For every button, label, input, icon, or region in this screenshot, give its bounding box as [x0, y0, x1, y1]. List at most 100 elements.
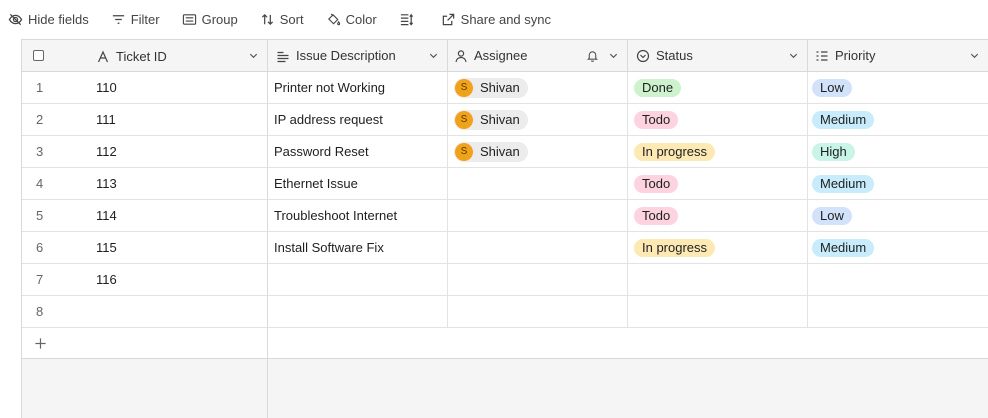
priority-cell[interactable]: High	[808, 136, 988, 168]
ticket-id-cell[interactable]: 113	[82, 168, 268, 200]
status-cell[interactable]: Todo	[628, 200, 808, 232]
column-label-priority: Priority	[835, 48, 876, 63]
chevron-down-icon[interactable]	[608, 50, 619, 61]
priority-cell[interactable]: Low	[808, 200, 988, 232]
issue-description-value: Install Software Fix	[274, 240, 384, 255]
row-number[interactable]: 6	[22, 232, 82, 264]
assignee-cell[interactable]: S Shivan	[448, 136, 628, 168]
row-number-label: 1	[36, 80, 44, 95]
issue-description-value: Troubleshoot Internet	[274, 208, 398, 223]
hide-fields-label: Hide fields	[28, 11, 89, 27]
column-header-ticket-id[interactable]: Ticket ID	[96, 49, 167, 64]
ticket-id-value: 111	[96, 112, 116, 127]
assignee-cell[interactable]	[448, 264, 628, 296]
row-number-label: 7	[36, 272, 44, 287]
group-button[interactable]: Group	[182, 6, 238, 32]
row-number[interactable]: 3	[22, 136, 82, 168]
ticket-id-value: 114	[96, 208, 117, 223]
status-cell[interactable]	[628, 296, 808, 328]
priority-badge: Medium	[812, 110, 875, 129]
row-number[interactable]: 4	[22, 168, 82, 200]
priority-cell[interactable]	[808, 264, 988, 296]
assignee-cell[interactable]	[448, 232, 628, 264]
priority-cell[interactable]	[808, 296, 988, 328]
status-badge: In progress	[634, 142, 716, 161]
priority-badge: High	[812, 142, 855, 161]
column-header-issue-description[interactable]: Issue Description	[268, 39, 448, 72]
priority-cell[interactable]: Low	[808, 72, 988, 104]
row-number[interactable]: 5	[22, 200, 82, 232]
priority-badge: Low	[812, 206, 852, 225]
hide-fields-button[interactable]: Hide fields	[8, 6, 89, 32]
assignee-chip[interactable]: S Shivan	[454, 109, 528, 130]
ticket-id-value: 113	[96, 176, 117, 191]
bell-icon[interactable]	[586, 49, 599, 62]
chevron-down-icon[interactable]	[428, 50, 439, 61]
long-text-icon	[276, 49, 290, 63]
priority-cell[interactable]: Medium	[808, 168, 988, 200]
assignee-cell[interactable]	[448, 200, 628, 232]
user-icon	[454, 49, 468, 63]
assignee-name: Shivan	[480, 144, 520, 159]
issue-description-cell[interactable]: Troubleshoot Internet	[268, 200, 448, 232]
assignee-cell[interactable]: S Shivan	[448, 72, 628, 104]
status-cell[interactable]: In progress	[628, 136, 808, 168]
group-label: Group	[201, 11, 238, 27]
sort-button[interactable]: Sort	[260, 6, 304, 32]
add-row-button[interactable]	[22, 328, 268, 359]
chevron-down-icon[interactable]	[788, 50, 799, 61]
assignee-cell[interactable]	[448, 168, 628, 200]
ticket-id-cell[interactable]: 111	[82, 104, 268, 136]
assignee-chip[interactable]: S Shivan	[454, 77, 528, 98]
issue-description-cell[interactable]	[268, 296, 448, 328]
assignee-name: Shivan	[480, 112, 520, 127]
issue-description-value: Password Reset	[274, 144, 369, 159]
row-height-icon	[399, 12, 414, 27]
column-header-priority[interactable]: Priority	[808, 39, 988, 72]
row-height-button[interactable]	[399, 6, 419, 32]
issue-description-cell[interactable]: Password Reset	[268, 136, 448, 168]
share-and-sync-button[interactable]: Share and sync	[441, 6, 551, 32]
status-cell[interactable]: Todo	[628, 168, 808, 200]
row-number[interactable]: 7	[22, 264, 82, 296]
filter-button[interactable]: Filter	[111, 6, 160, 32]
ticket-id-cell[interactable]: 116	[82, 264, 268, 296]
status-cell[interactable]	[628, 264, 808, 296]
column-header-assignee[interactable]: Assignee	[448, 39, 628, 72]
priority-badge: Medium	[812, 174, 875, 193]
column-header-status[interactable]: Status	[628, 39, 808, 72]
status-cell[interactable]: Todo	[628, 104, 808, 136]
assignee-cell[interactable]: S Shivan	[448, 104, 628, 136]
priority-cell[interactable]: Medium	[808, 104, 988, 136]
avatar: S	[455, 78, 473, 97]
ticket-id-cell[interactable]	[82, 296, 268, 328]
ticket-id-cell[interactable]: 110	[82, 72, 268, 104]
issue-description-cell[interactable]: Printer not Working	[268, 72, 448, 104]
status-cell[interactable]: Done	[628, 72, 808, 104]
chevron-down-icon[interactable]	[248, 50, 259, 61]
row-number[interactable]: 2	[22, 104, 82, 136]
color-button[interactable]: Color	[326, 6, 377, 32]
ticket-id-cell[interactable]: 112	[82, 136, 268, 168]
chevron-down-icon[interactable]	[969, 50, 980, 61]
add-row-strip[interactable]	[268, 328, 988, 359]
assignee-name: Shivan	[480, 80, 520, 95]
sort-icon	[260, 12, 275, 27]
status-cell[interactable]: In progress	[628, 232, 808, 264]
ticket-id-cell[interactable]: 114	[82, 200, 268, 232]
row-number[interactable]: 1	[22, 72, 82, 104]
view-toolbar: Hide fields Filter Group Sort Color Shar…	[0, 0, 988, 38]
external-link-icon	[441, 12, 456, 27]
priority-cell[interactable]: Medium	[808, 232, 988, 264]
ticket-id-cell[interactable]: 115	[82, 232, 268, 264]
issue-description-cell[interactable]: Install Software Fix	[268, 232, 448, 264]
issue-description-cell[interactable]	[268, 264, 448, 296]
select-all-checkbox[interactable]	[33, 50, 44, 61]
multi-select-icon	[815, 49, 829, 63]
issue-description-cell[interactable]: Ethernet Issue	[268, 168, 448, 200]
grid-empty-area-left	[22, 359, 268, 418]
assignee-cell[interactable]	[448, 296, 628, 328]
issue-description-cell[interactable]: IP address request	[268, 104, 448, 136]
row-number[interactable]: 8	[22, 296, 82, 328]
assignee-chip[interactable]: S Shivan	[454, 141, 528, 162]
